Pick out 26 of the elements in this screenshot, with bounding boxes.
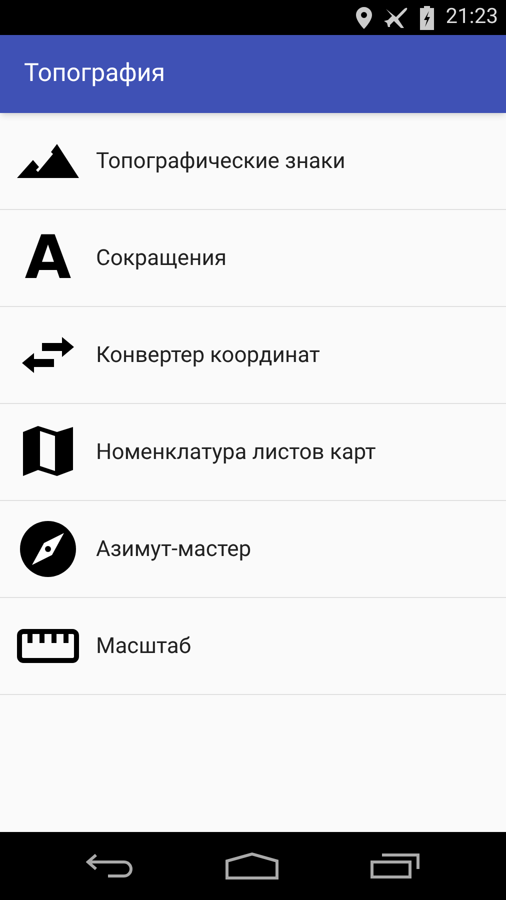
- mountains-icon: [17, 144, 79, 178]
- menu-item-label: Азимут-мастер: [96, 536, 252, 564]
- compass-icon: [20, 521, 76, 577]
- ruler-icon: [17, 629, 79, 663]
- menu-item[interactable]: A Сокращения: [0, 210, 506, 307]
- menu-item[interactable]: Конвертер координат: [0, 307, 506, 404]
- back-icon[interactable]: [86, 853, 134, 879]
- menu-item-label: Масштаб: [96, 632, 192, 660]
- menu-item-label: Сокращения: [96, 244, 227, 272]
- menu-item-label: Номенклатура листов карт: [96, 438, 376, 466]
- location-pin-icon: [356, 6, 372, 28]
- letter-icon: A: [24, 228, 72, 288]
- home-icon[interactable]: [224, 852, 279, 880]
- menu-item-label: Топографические знаки: [96, 148, 346, 176]
- menu-item[interactable]: Азимут-мастер: [0, 501, 506, 598]
- map-icon: [22, 426, 74, 478]
- recent-apps-icon[interactable]: [370, 853, 420, 879]
- menu-item[interactable]: Номенклатура листов карт: [0, 404, 506, 501]
- clock-time: 21:23: [446, 4, 498, 31]
- swap-arrows-icon: [22, 335, 74, 375]
- menu-item[interactable]: Масштаб: [0, 598, 506, 695]
- airplane-icon: [384, 6, 408, 28]
- menu-item-label: Конвертер координат: [96, 342, 320, 370]
- battery-charging-icon: [420, 6, 434, 30]
- app-title: Топография: [24, 58, 166, 90]
- menu-item[interactable]: Топографические знаки: [0, 113, 506, 210]
